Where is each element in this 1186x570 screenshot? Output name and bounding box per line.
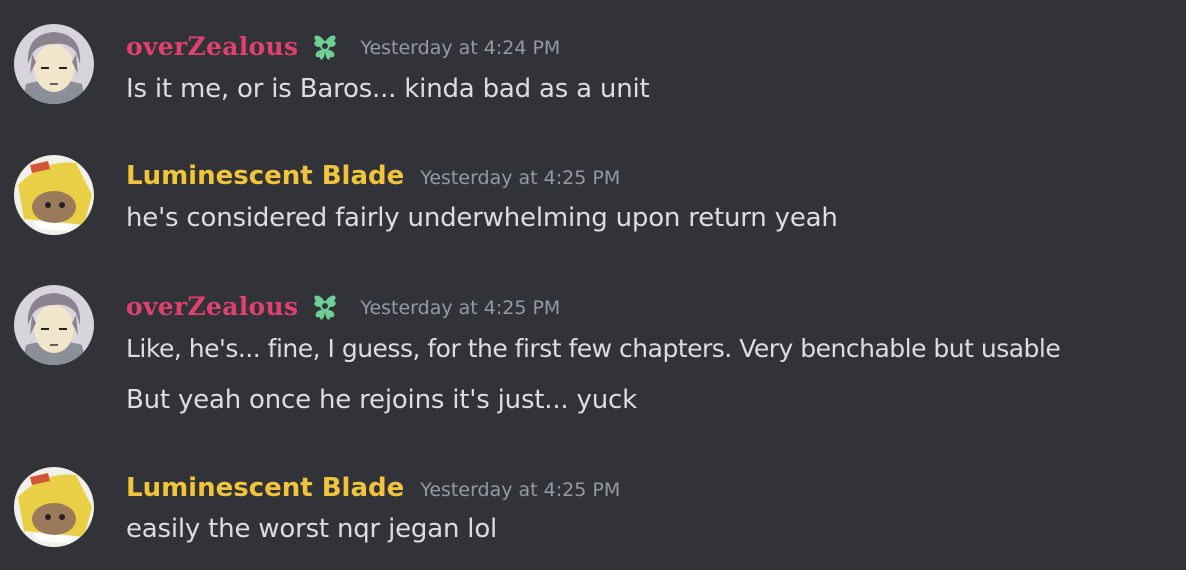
- username[interactable]: overZealous: [126, 32, 298, 61]
- message-header: overZealous Yesterday at 4:24 PM: [126, 28, 560, 64]
- message-header: Luminescent Blade Yesterday at 4:25 PM: [126, 158, 620, 194]
- hamster-avatar-icon: [14, 155, 94, 235]
- message-text: But yeah once he rejoins it's just... yu…: [126, 385, 637, 415]
- username[interactable]: overZealous: [126, 292, 298, 321]
- timestamp[interactable]: Yesterday at 4:25 PM: [420, 479, 620, 501]
- hamster-avatar-icon: [14, 467, 94, 547]
- username[interactable]: Luminescent Blade: [126, 161, 404, 191]
- message-header: overZealous Yesterday at 4:25 PM: [126, 288, 560, 324]
- avatar[interactable]: [14, 285, 94, 365]
- avatar[interactable]: [14, 155, 94, 235]
- timestamp[interactable]: Yesterday at 4:24 PM: [360, 37, 560, 59]
- username[interactable]: Luminescent Blade: [126, 473, 404, 503]
- anime-boy-avatar-icon: [14, 285, 94, 365]
- message-text: he's considered fairly underwhelming upo…: [126, 203, 838, 233]
- timestamp[interactable]: Yesterday at 4:25 PM: [420, 167, 620, 189]
- avatar[interactable]: [14, 24, 94, 104]
- avatar[interactable]: [14, 467, 94, 547]
- message-header: Luminescent Blade Yesterday at 4:25 PM: [126, 470, 620, 506]
- flower-role-icon[interactable]: [306, 29, 344, 63]
- message-text: easily the worst nqr jegan lol: [126, 514, 498, 544]
- anime-boy-avatar-icon: [14, 24, 94, 104]
- message-text: Is it me, or is Baros... kinda bad as a …: [126, 74, 650, 104]
- flower-role-icon[interactable]: [306, 289, 344, 323]
- message-text: Like, he's... fine, I guess, for the fir…: [126, 334, 1061, 363]
- timestamp[interactable]: Yesterday at 4:25 PM: [360, 297, 560, 319]
